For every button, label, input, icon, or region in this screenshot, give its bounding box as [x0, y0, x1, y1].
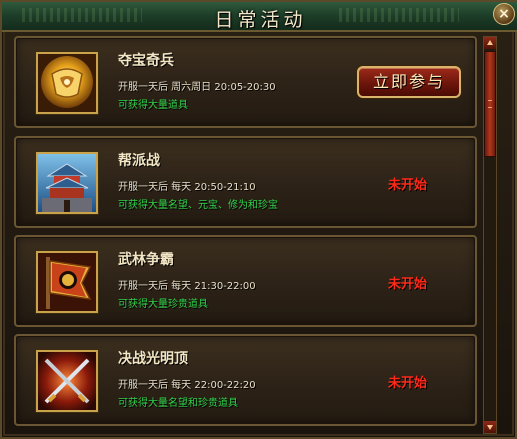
daily-activities-window: 日常活动 × 夺宝奇兵 开服一天后 周六周日 20:05-20:30 可获得大量… — [0, 0, 517, 439]
activity-reward: 可获得大量名望和珍贵道具 — [118, 398, 238, 409]
join-now-button[interactable]: 立即参与 — [357, 66, 461, 98]
banner-flag-icon — [36, 251, 98, 313]
activity-name: 决战光明顶 — [118, 351, 188, 367]
crossed-swords-icon — [36, 350, 98, 412]
activity-time: 开服一天后 每天 21:30-22:00 — [118, 281, 256, 292]
activity-name: 夺宝奇兵 — [118, 53, 174, 69]
scroll-thumb[interactable] — [484, 51, 496, 157]
close-icon: × — [498, 6, 510, 22]
activity-card-treasure-hunt: 夺宝奇兵 开服一天后 周六周日 20:05-20:30 可获得大量道具 立即参与 — [14, 36, 477, 128]
activity-card-bright-summit: 决战光明顶 开服一天后 每天 22:00-22:20 可获得大量名望和珍贵道具 … — [14, 334, 477, 426]
vertical-scrollbar[interactable] — [483, 36, 497, 434]
activity-time: 开服一天后 每天 20:50-21:10 — [118, 182, 256, 193]
activity-card-guild-war: 帮派战 开服一天后 每天 20:50-21:10 可获得大量名望、元宝、修为和珍… — [14, 136, 477, 228]
activity-card-martial-contest: 武林争霸 开服一天后 每天 21:30-22:00 可获得大量珍贵道具 未开始 — [14, 235, 477, 327]
activity-name: 武林争霸 — [118, 252, 174, 268]
scroll-up-arrow-icon[interactable] — [484, 37, 496, 49]
status-not-started: 未开始 — [388, 178, 428, 193]
activity-reward: 可获得大量道具 — [118, 100, 188, 111]
treasure-scroll-icon — [36, 52, 98, 114]
activity-time: 开服一天后 每天 22:00-22:20 — [118, 380, 256, 391]
scroll-down-arrow-icon[interactable] — [484, 421, 496, 433]
activity-reward: 可获得大量名望、元宝、修为和珍宝 — [118, 200, 278, 211]
activity-time: 开服一天后 周六周日 20:05-20:30 — [118, 82, 276, 93]
activity-reward: 可获得大量珍贵道具 — [118, 299, 208, 310]
activity-list: 夺宝奇兵 开服一天后 周六周日 20:05-20:30 可获得大量道具 立即参与 — [14, 36, 477, 434]
title-bar: 日常活动 × — [2, 2, 517, 32]
status-not-started: 未开始 — [388, 376, 428, 391]
status-not-started: 未开始 — [388, 277, 428, 292]
close-button[interactable]: × — [493, 3, 515, 25]
activity-name: 帮派战 — [118, 153, 160, 169]
pagoda-icon — [36, 152, 98, 214]
window-title: 日常活动 — [214, 9, 307, 31]
